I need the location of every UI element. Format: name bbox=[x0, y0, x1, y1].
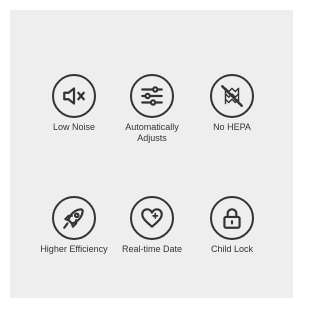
heart-plus-icon bbox=[130, 196, 174, 240]
feature-label: Automatically Adjusts bbox=[125, 122, 179, 143]
speaker-mute-icon bbox=[52, 74, 96, 118]
feature-low-noise: Low Noise bbox=[29, 74, 119, 133]
feature-no-hepa: No HEPA bbox=[187, 74, 277, 133]
feature-label: Low Noise bbox=[52, 122, 96, 132]
feature-label: Real-time Date bbox=[121, 244, 183, 254]
feature-real-time-date: Real-time Date bbox=[107, 196, 197, 255]
feature-label: No HEPA bbox=[213, 122, 251, 132]
feature-higher-efficiency: Higher Efficiency bbox=[29, 196, 119, 255]
feature-label: Higher Efficiency bbox=[40, 244, 108, 254]
feature-child-lock: Child Lock bbox=[187, 196, 277, 255]
padlock-icon bbox=[210, 196, 254, 240]
rocket-icon bbox=[52, 196, 96, 240]
feature-auto-adjust: Automatically Adjusts bbox=[107, 74, 197, 144]
features-panel: Low Noise Automatically Adjusts No HEPA bbox=[10, 10, 293, 298]
sliders-icon bbox=[130, 74, 174, 118]
feature-label: Child Lock bbox=[210, 244, 254, 254]
no-hepa-filter-icon bbox=[210, 74, 254, 118]
